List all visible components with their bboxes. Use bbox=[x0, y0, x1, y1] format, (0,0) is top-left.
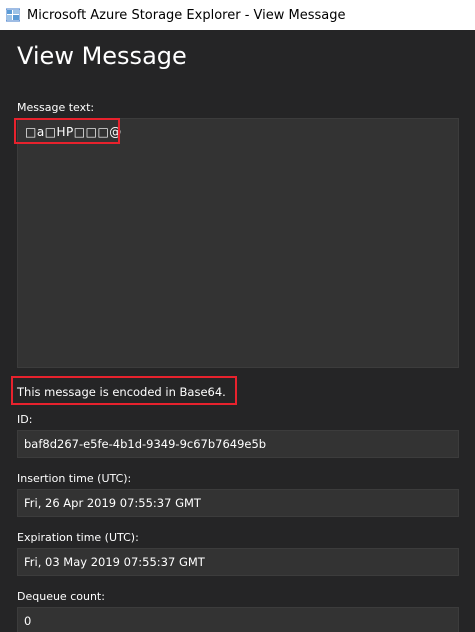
expiration-time-field[interactable]: Fri, 03 May 2019 07:55:37 GMT bbox=[17, 548, 459, 576]
page-title: View Message bbox=[17, 42, 187, 70]
message-text-label: Message text: bbox=[17, 101, 95, 114]
message-text-value: □a□HP□□□@ bbox=[25, 125, 122, 139]
encoding-note: This message is encoded in Base64. bbox=[17, 385, 226, 399]
message-text-area[interactable]: □a□HP□□□@ bbox=[17, 118, 459, 368]
view-message-window: Microsoft Azure Storage Explorer - View … bbox=[0, 0, 475, 632]
expiration-time-label: Expiration time (UTC): bbox=[17, 531, 139, 544]
dequeue-count-field[interactable]: 0 bbox=[17, 607, 459, 632]
insertion-time-field[interactable]: Fri, 26 Apr 2019 07:55:37 GMT bbox=[17, 489, 459, 517]
insertion-time-label: Insertion time (UTC): bbox=[17, 472, 132, 485]
dequeue-count-label: Dequeue count: bbox=[17, 590, 105, 603]
id-label: ID: bbox=[17, 413, 33, 426]
title-bar[interactable]: Microsoft Azure Storage Explorer - View … bbox=[0, 0, 475, 30]
id-field[interactable]: baf8d267-e5fe-4b1d-9349-9c67b7649e5b bbox=[17, 430, 459, 458]
azure-storage-explorer-icon bbox=[6, 8, 20, 22]
window-title: Microsoft Azure Storage Explorer - View … bbox=[27, 7, 346, 23]
